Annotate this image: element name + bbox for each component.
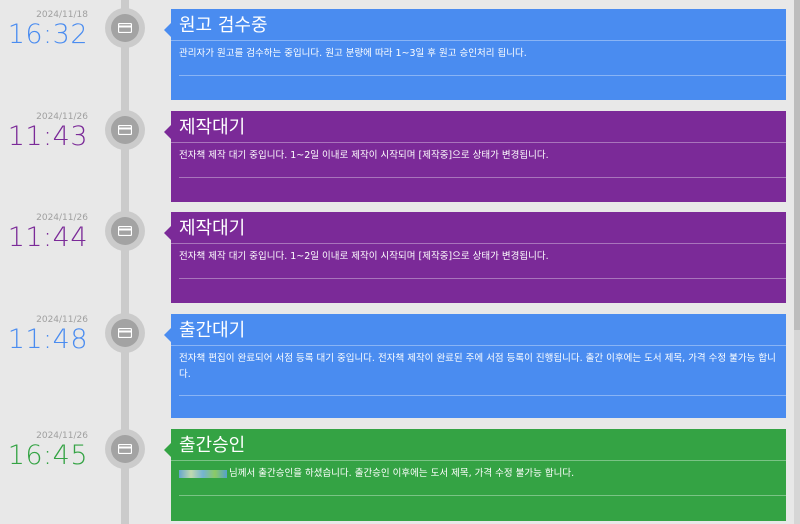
card-divider [179, 177, 786, 178]
timeline-entry: 2024/11/26 16:45 출간승인 님께서 출간승인을 하셨습니다. 출… [0, 429, 794, 521]
entry-time: 16:32 [7, 19, 88, 50]
entry-time: 16:45 [7, 440, 88, 471]
card-divider [179, 495, 786, 496]
card-divider [179, 395, 786, 396]
timeline-node [105, 110, 145, 150]
card-body: 님께서 출간승인을 하셨습니다. 출간승인 이후에는 도서 제목, 가격 수정 … [171, 461, 786, 482]
timeline-entry: 2024/11/26 11:43 제작대기 전자책 제작 대기 중입니다. 1~… [0, 110, 794, 202]
status-card: 원고 검수중 관리자가 원고를 검수하는 중입니다. 원고 분량에 따라 1~3… [164, 9, 786, 100]
status-card: 출간승인 님께서 출간승인을 하셨습니다. 출간승인 이후에는 도서 제목, 가… [164, 429, 786, 521]
card-divider [179, 278, 786, 279]
status-card: 출간대기 전자책 편집이 완료되어 서점 등록 대기 중입니다. 전자책 제작이… [164, 314, 786, 418]
card-title: 출간대기 [171, 314, 786, 346]
card-title: 원고 검수중 [171, 9, 786, 41]
timeline-node [105, 313, 145, 353]
card-divider [179, 75, 786, 76]
timeline-entry: 2024/11/26 11:44 제작대기 전자책 제작 대기 중입니다. 1~… [0, 211, 794, 303]
card-body: 전자책 제작 대기 중입니다. 1~2일 이내로 제작이 시작되며 [제작중]으… [179, 150, 549, 161]
credit-card-icon [111, 319, 139, 347]
card-title: 제작대기 [171, 212, 786, 244]
card-body: 관리자가 원고를 검수하는 중입니다. 원고 분량에 따라 1~3일 후 원고 … [179, 48, 527, 59]
scrollbar[interactable] [794, 0, 800, 524]
timeline: 2024/11/18 16:32 원고 검수중 관리자가 원고를 검수하는 중입… [0, 0, 794, 524]
card-body: 전자책 편집이 완료되어 서점 등록 대기 중입니다. 전자책 제작이 완료된 … [179, 353, 776, 380]
card-body: 전자책 제작 대기 중입니다. 1~2일 이내로 제작이 시작되며 [제작중]으… [179, 251, 549, 262]
status-card: 제작대기 전자책 제작 대기 중입니다. 1~2일 이내로 제작이 시작되며 [… [164, 111, 786, 202]
timeline-node [105, 429, 145, 469]
entry-time: 11:43 [7, 121, 88, 152]
timeline-node [105, 8, 145, 48]
timeline-entry: 2024/11/26 11:48 출간대기 전자책 편집이 완료되어 서점 등록… [0, 313, 794, 418]
credit-card-icon [111, 217, 139, 245]
entry-time: 11:44 [7, 222, 88, 253]
card-title: 출간승인 [171, 429, 786, 461]
timeline-entry: 2024/11/18 16:32 원고 검수중 관리자가 원고를 검수하는 중입… [0, 8, 794, 100]
status-card: 제작대기 전자책 제작 대기 중입니다. 1~2일 이내로 제작이 시작되며 [… [164, 212, 786, 303]
timeline-node [105, 211, 145, 251]
credit-card-icon [111, 14, 139, 42]
redacted-username [179, 469, 227, 478]
card-body-text: 님께서 출간승인을 하셨습니다. 출간승인 이후에는 도서 제목, 가격 수정 … [229, 468, 575, 479]
scrollbar-thumb[interactable] [794, 0, 800, 330]
entry-time: 11:48 [7, 324, 88, 355]
credit-card-icon [111, 116, 139, 144]
card-title: 제작대기 [171, 111, 786, 143]
credit-card-icon [111, 435, 139, 463]
